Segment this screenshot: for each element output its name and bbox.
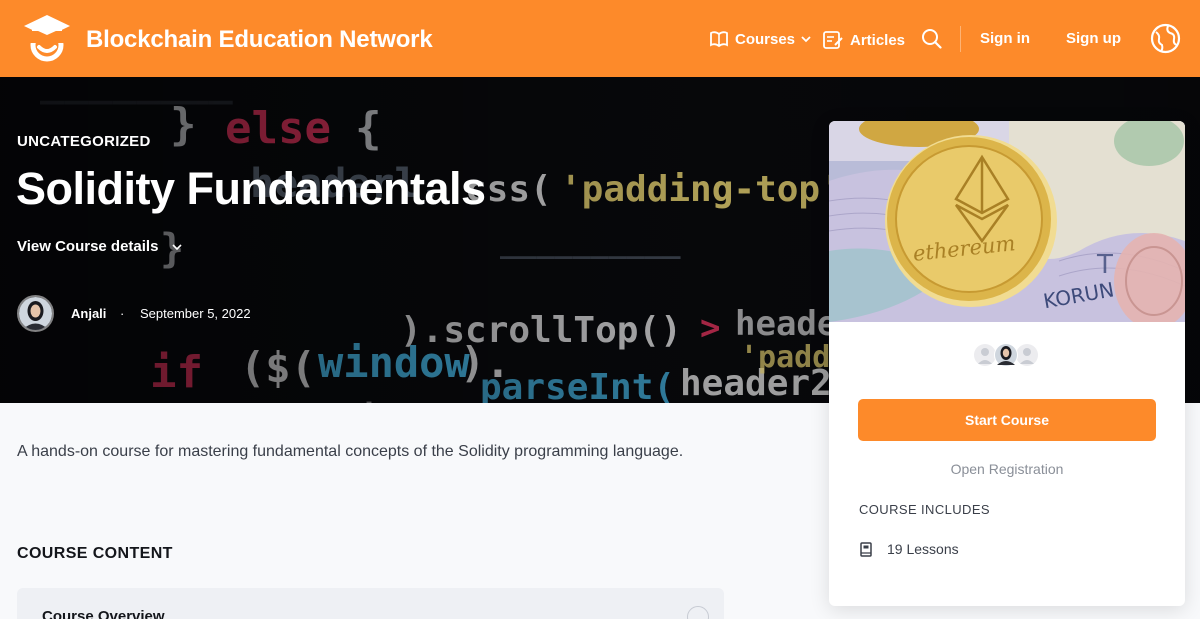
article-edit-icon xyxy=(823,31,843,49)
course-enroll-card: ethereum KORUN T Start Course Open Regis… xyxy=(829,121,1185,606)
view-course-details-toggle[interactable]: View Course details xyxy=(17,238,183,255)
course-includes-heading: COURSE INCLUDES xyxy=(859,502,990,517)
lesson-title: Course Overview xyxy=(42,608,165,619)
publish-date: September 5, 2022 xyxy=(140,306,251,321)
globe-icon xyxy=(1150,23,1181,54)
registration-status: Open Registration xyxy=(950,461,1064,477)
nav-divider xyxy=(960,26,961,52)
author-avatar[interactable] xyxy=(17,295,54,332)
brand-name[interactable]: Blockchain Education Network xyxy=(86,26,433,54)
course-category[interactable]: UNCATEGORIZED xyxy=(17,133,151,150)
ethereum-coin-image: ethereum KORUN T xyxy=(829,121,1185,322)
enrolled-students-avatars[interactable] xyxy=(973,343,1039,367)
lesson-status-circle-icon xyxy=(687,606,709,619)
lesson-item[interactable]: Course Overview xyxy=(17,588,724,619)
course-description: A hands-on course for mastering fundamen… xyxy=(17,443,684,460)
page: Blockchain Education Network Courses Art… xyxy=(0,0,1200,619)
sign-in-link[interactable]: Sign in xyxy=(980,30,1030,47)
nav-articles[interactable]: Articles xyxy=(822,30,905,50)
course-content-heading: COURSE CONTENT xyxy=(17,545,173,562)
nav-articles-label: Articles xyxy=(850,31,906,49)
chevron-down-icon xyxy=(801,36,811,43)
nav-courses[interactable]: Courses xyxy=(709,30,811,48)
top-navigation-bar: Blockchain Education Network Courses Art… xyxy=(0,0,1200,77)
lessons-count-item: 19 Lessons xyxy=(859,541,959,557)
view-course-details-label: View Course details xyxy=(17,238,159,255)
lessons-count-label: 19 Lessons xyxy=(887,541,959,557)
course-title: Solidity Fundamentals xyxy=(16,163,486,214)
book-icon xyxy=(710,31,728,48)
sign-up-link[interactable]: Sign up xyxy=(1066,30,1121,47)
meta-separator: · xyxy=(120,306,125,321)
book-icon xyxy=(860,541,872,557)
search-button[interactable] xyxy=(921,28,942,49)
language-switcher[interactable] xyxy=(1150,23,1181,54)
nav-courses-label: Courses xyxy=(735,30,796,48)
logo-icon[interactable] xyxy=(22,13,72,63)
search-icon xyxy=(922,29,942,49)
svg-text:T: T xyxy=(1096,250,1113,280)
chevron-down-icon xyxy=(172,243,183,250)
start-course-button[interactable]: Start Course xyxy=(858,399,1156,441)
author-name[interactable]: Anjali xyxy=(71,306,106,321)
